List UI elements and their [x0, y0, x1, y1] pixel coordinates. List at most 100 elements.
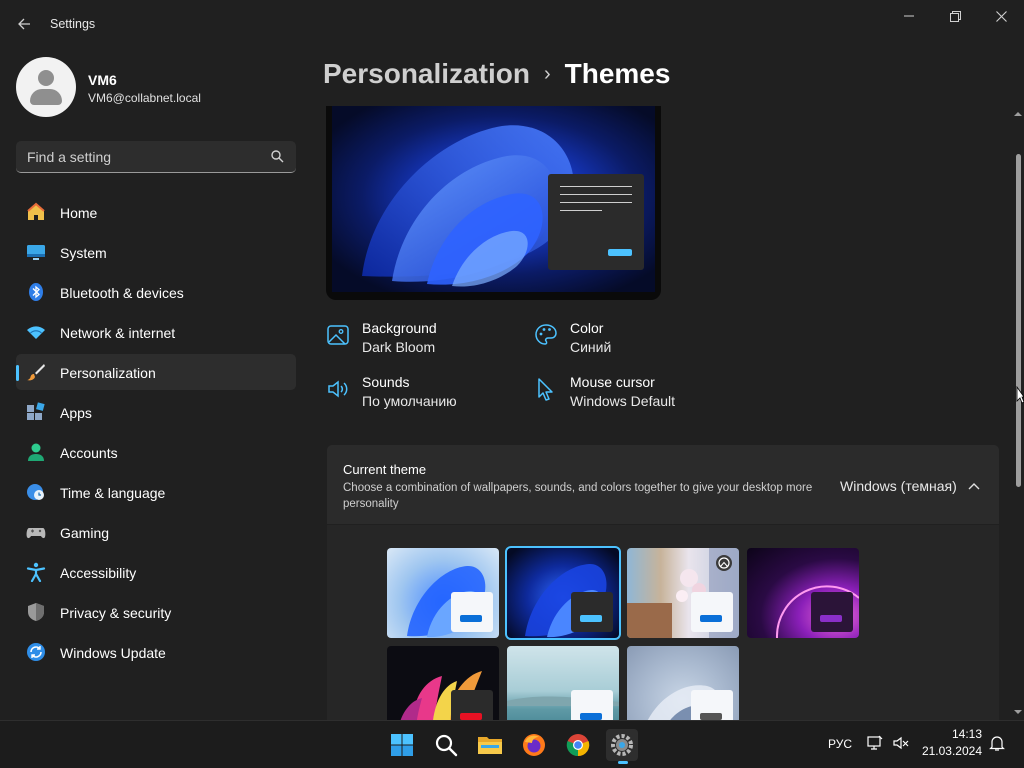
theme-preview	[326, 106, 661, 300]
sidebar-item-personalization[interactable]: Personalization	[16, 354, 296, 390]
sidebar-item-network[interactable]: Network & internet	[16, 314, 296, 350]
start-button[interactable]	[386, 729, 418, 761]
background-setting[interactable]: Background Dark Bloom	[326, 320, 526, 360]
scrollbar[interactable]	[1012, 106, 1024, 720]
sidebar-item-label: Network & internet	[60, 325, 176, 341]
sidebar-item-label: Apps	[60, 405, 92, 421]
mouse-cursor-setting[interactable]: Mouse cursor Windows Default	[534, 374, 734, 414]
sounds-title: Sounds	[362, 374, 410, 390]
network-icon[interactable]	[866, 734, 884, 752]
theme-tile-windows-light[interactable]	[387, 548, 499, 638]
sidebar-item-home[interactable]: Home	[16, 194, 296, 230]
globe-clock-icon	[26, 482, 46, 502]
sidebar-item-label: Personalization	[60, 365, 156, 381]
sidebar-item-label: System	[60, 245, 107, 261]
theme-tile-glow[interactable]	[747, 548, 859, 638]
sidebar-item-bluetooth[interactable]: Bluetooth & devices	[16, 274, 296, 310]
taskbar-search-button[interactable]	[430, 729, 462, 761]
avatar	[16, 57, 76, 117]
apps-icon	[26, 402, 46, 422]
background-value: Dark Bloom	[362, 339, 436, 355]
scroll-thumb[interactable]	[1016, 154, 1021, 487]
color-setting[interactable]: Color Синий	[534, 320, 734, 360]
sidebar-item-apps[interactable]: Apps	[16, 394, 296, 430]
sidebar-item-label: Privacy & security	[60, 605, 172, 621]
running-indicator	[618, 761, 628, 764]
firefox-icon	[523, 734, 545, 756]
current-theme-value: Windows (темная)	[840, 478, 957, 494]
search-input[interactable]	[16, 141, 266, 172]
minimize-icon	[904, 15, 914, 17]
user-name: VM6	[88, 72, 117, 88]
monitor-icon	[26, 242, 46, 262]
language-indicator[interactable]: РУС	[828, 737, 852, 751]
person-icon	[26, 442, 46, 462]
active-indicator	[16, 365, 19, 381]
theme-tile-spotlight[interactable]	[627, 548, 739, 638]
palette-icon	[535, 324, 557, 345]
speaker-icon	[328, 380, 348, 398]
theme-tile-captured-motion[interactable]	[387, 646, 499, 720]
sounds-setting[interactable]: Sounds По умолчанию	[326, 374, 526, 414]
minimize-button[interactable]	[886, 0, 932, 32]
search-icon	[435, 734, 458, 757]
sidebar-item-windows-update[interactable]: Windows Update	[16, 634, 296, 670]
theme-tile-flow[interactable]	[627, 646, 739, 720]
sidebar-item-label: Accounts	[60, 445, 118, 461]
color-value: Синий	[570, 339, 612, 355]
search-icon[interactable]	[271, 150, 284, 163]
update-icon	[26, 642, 46, 662]
clock-time[interactable]: 14:13	[950, 727, 982, 741]
mouse-cursor-title: Mouse cursor	[570, 374, 655, 390]
sounds-value: По умолчанию	[362, 393, 457, 409]
sidebar-item-label: Time & language	[60, 485, 166, 501]
mouse-pointer-icon	[1016, 386, 1024, 404]
sidebar-item-label: Windows Update	[60, 645, 166, 661]
sidebar-item-accessibility[interactable]: Accessibility	[16, 554, 296, 590]
close-icon	[995, 10, 1007, 22]
theme-tile-sunrise[interactable]	[507, 646, 619, 720]
color-title: Color	[570, 320, 604, 336]
current-theme-card[interactable]: Current theme Choose a combination of wa…	[327, 445, 999, 524]
sidebar-item-label: Bluetooth & devices	[60, 285, 184, 301]
search-box[interactable]	[16, 141, 296, 173]
current-theme-title: Current theme	[343, 462, 427, 477]
user-profile[interactable]: VM6 VM6@collabnet.local	[16, 57, 286, 117]
sidebar-item-label: Gaming	[60, 525, 110, 541]
sidebar-item-system[interactable]: System	[16, 234, 296, 270]
clock-date[interactable]: 21.03.2024	[920, 744, 982, 758]
sidebar-item-accounts[interactable]: Accounts	[16, 434, 296, 470]
firefox-button[interactable]	[518, 729, 550, 761]
notification-bell-icon[interactable]	[988, 734, 1006, 752]
restore-button[interactable]	[932, 0, 978, 32]
sidebar-item-label: Home	[60, 205, 98, 221]
sidebar-item-time-language[interactable]: Time & language	[16, 474, 296, 510]
start-icon	[391, 734, 413, 756]
page-title: Themes	[564, 58, 671, 89]
theme-gallery	[327, 525, 999, 720]
volume-muted-icon[interactable]	[892, 734, 910, 752]
close-button[interactable]	[978, 0, 1024, 32]
breadcrumb-parent[interactable]: Personalization	[323, 58, 530, 89]
sidebar-item-gaming[interactable]: Gaming	[16, 514, 296, 550]
back-button[interactable]	[12, 12, 36, 36]
scroll-up-arrow-icon[interactable]	[1014, 110, 1022, 118]
scroll-down-arrow-icon[interactable]	[1014, 708, 1022, 716]
picture-icon	[327, 325, 349, 345]
chrome-icon	[566, 734, 590, 757]
file-explorer-button[interactable]	[474, 729, 506, 761]
settings-app-button[interactable]	[606, 729, 638, 764]
spotlight-badge-icon	[716, 555, 732, 571]
sidebar-nav: Home System Bluetooth & devices Network …	[16, 194, 296, 674]
accessibility-icon	[26, 562, 46, 582]
theme-tile-windows-dark[interactable]	[505, 546, 621, 640]
chevron-up-icon[interactable]	[967, 479, 981, 493]
app-title: Settings	[50, 17, 96, 31]
sidebar-item-privacy[interactable]: Privacy & security	[16, 594, 296, 630]
chrome-button[interactable]	[562, 729, 594, 761]
home-icon	[26, 202, 46, 222]
background-title: Background	[362, 320, 437, 336]
restore-icon	[949, 10, 961, 22]
bluetooth-icon	[26, 282, 46, 302]
mouse-cursor-value: Windows Default	[570, 393, 676, 409]
